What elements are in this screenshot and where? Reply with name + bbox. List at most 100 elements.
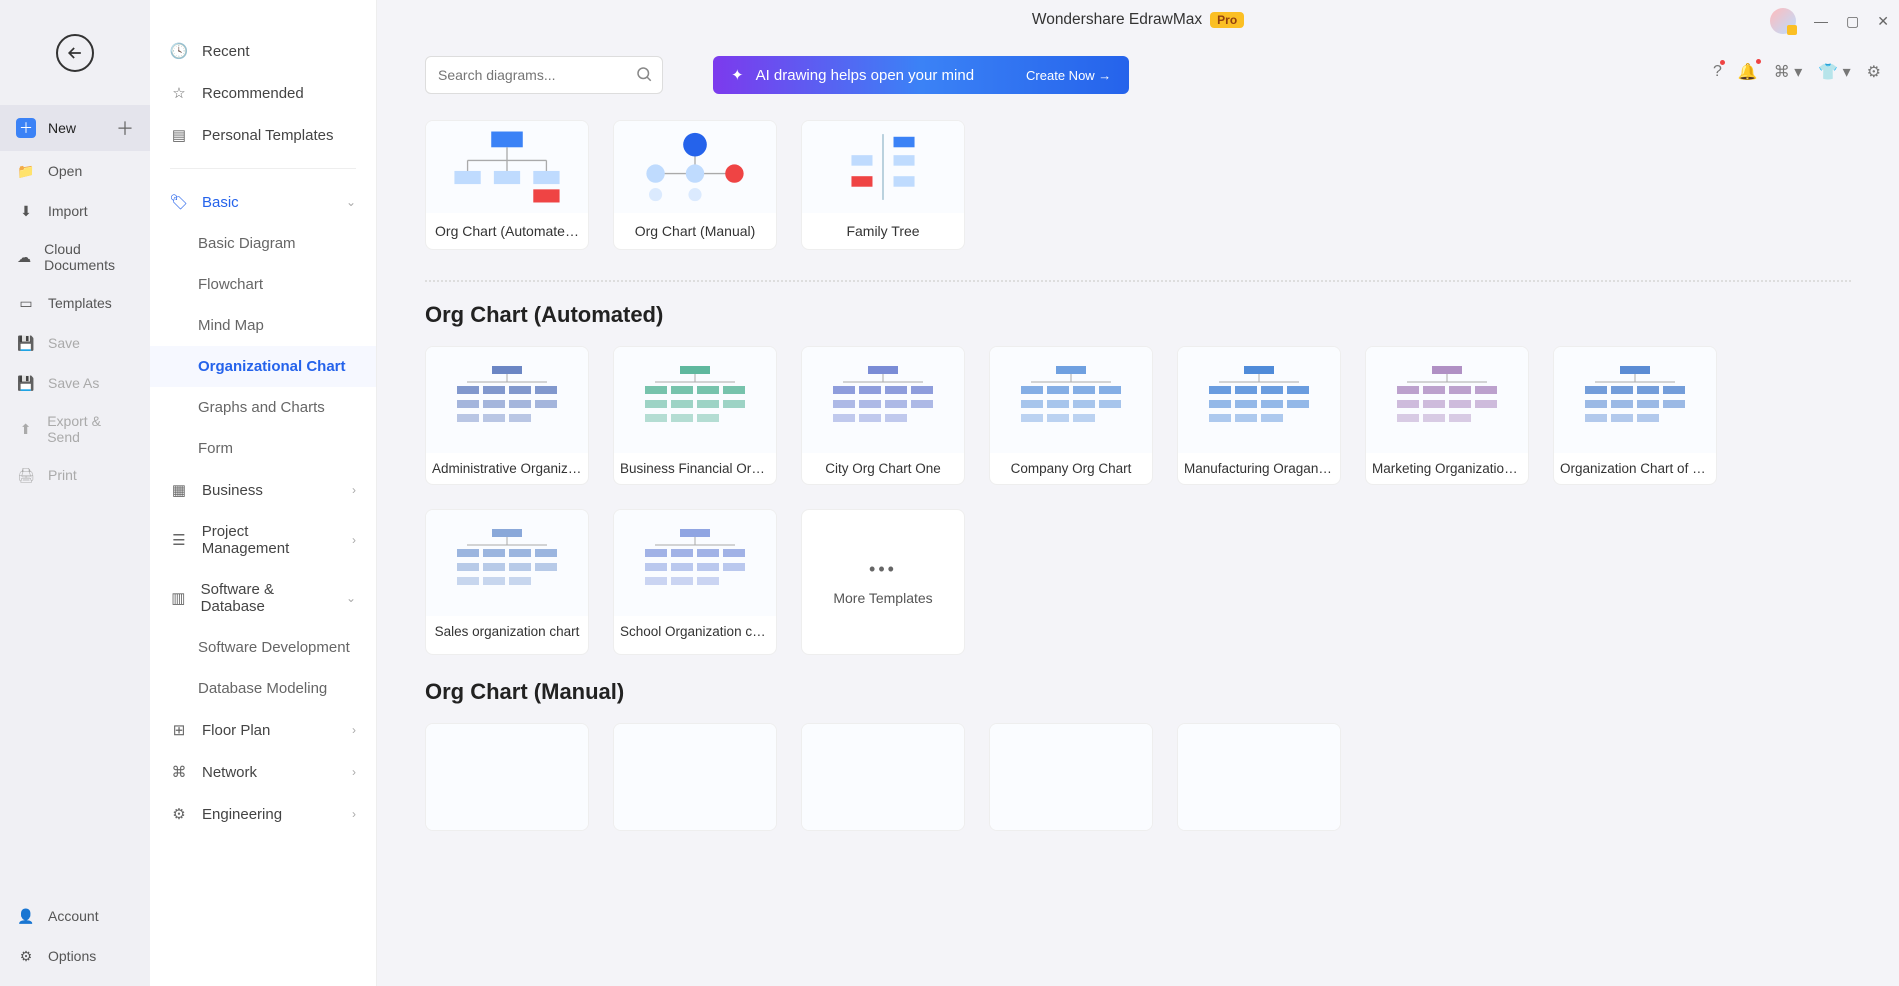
search-wrap: [425, 56, 663, 94]
template-label: Company Org Chart: [990, 453, 1152, 484]
clock-icon: 🕓: [170, 42, 188, 60]
cat-basic-diagram[interactable]: Basic Diagram: [150, 223, 376, 264]
cat-label: Recent: [202, 43, 250, 60]
add-icon[interactable]: ＋: [116, 115, 134, 141]
cat-label: Personal Templates: [202, 127, 333, 144]
template-thumb: [614, 510, 776, 616]
nav-account[interactable]: 👤 Account: [0, 896, 150, 936]
template-card[interactable]: City Org Chart One: [801, 346, 965, 485]
search-input[interactable]: [425, 56, 663, 94]
cat-personal[interactable]: ▤ Personal Templates: [150, 114, 376, 156]
cat-pm[interactable]: ☰ Project Management ›: [150, 511, 376, 569]
template-card[interactable]: Manufacturing Oraganizati…: [1177, 346, 1341, 485]
shirt-icon[interactable]: 👕 ▾: [1818, 62, 1850, 82]
back-button[interactable]: [56, 34, 94, 72]
ai-banner[interactable]: ✦ AI drawing helps open your mind Create…: [713, 56, 1129, 94]
nav-open[interactable]: 📁 Open: [0, 151, 150, 191]
cat-label: Recommended: [202, 85, 304, 102]
apps-icon[interactable]: ⌘ ▾: [1774, 62, 1802, 82]
template-card[interactable]: Business Financial Organiz…: [613, 346, 777, 485]
template-thumb: [802, 347, 964, 453]
cat-graphs[interactable]: Graphs and Charts: [150, 387, 376, 428]
cat-mindmap[interactable]: Mind Map: [150, 305, 376, 346]
database-icon: ▥: [170, 589, 187, 607]
template-thumb: [1178, 724, 1340, 830]
template-label: Manufacturing Oraganizati…: [1178, 453, 1340, 484]
cat-recent[interactable]: 🕓 Recent: [150, 30, 376, 72]
avatar[interactable]: [1770, 8, 1796, 34]
template-type-card[interactable]: Family Tree: [801, 120, 965, 250]
project-icon: ☰: [170, 531, 188, 549]
nav-export[interactable]: ⬆ Export & Send: [0, 403, 150, 455]
template-card[interactable]: [801, 723, 965, 831]
cat-orgchart[interactable]: Organizational Chart: [150, 346, 376, 387]
settings-icon[interactable]: ⚙: [1867, 62, 1881, 82]
template-thumb: [426, 510, 588, 616]
nav-bottom: 👤 Account ⚙ Options: [0, 896, 150, 986]
nav-templates[interactable]: ▭ Templates: [0, 283, 150, 323]
chevron-down-icon: ⌄: [346, 195, 356, 209]
cat-software[interactable]: ▥ Software & Database ⌄: [150, 569, 376, 627]
template-type-card[interactable]: Org Chart (Manual): [613, 120, 777, 250]
pro-badge: Pro: [1210, 12, 1244, 28]
more-label: More Templates: [833, 590, 932, 606]
help-icon[interactable]: ?: [1713, 63, 1722, 81]
template-type-card[interactable]: Org Chart (Automate…: [425, 120, 589, 250]
bell-icon[interactable]: 🔔: [1738, 62, 1758, 82]
nav-options[interactable]: ⚙ Options: [0, 936, 150, 976]
doc-icon: ▤: [170, 126, 188, 144]
briefcase-icon: ▦: [170, 481, 188, 499]
template-card[interactable]: Marketing Organization Ch…: [1365, 346, 1529, 485]
cat-software-dev[interactable]: Software Development: [150, 627, 376, 668]
folder-icon: 📁: [16, 161, 36, 181]
close-button[interactable]: ✕: [1877, 13, 1889, 30]
template-card[interactable]: School Organization chart: [613, 509, 777, 655]
templates-icon: ▭: [16, 293, 36, 313]
template-card[interactable]: Administrative Organizatio…: [425, 346, 589, 485]
nav-label: Templates: [48, 295, 112, 311]
thumb-family-tree: [802, 121, 964, 213]
cat-engineering[interactable]: ⚙ Engineering ›: [150, 793, 376, 835]
template-card[interactable]: Sales organization chart: [425, 509, 589, 655]
cat-recommended[interactable]: ☆ Recommended: [150, 72, 376, 114]
template-card[interactable]: Organization Chart of Sale…: [1553, 346, 1717, 485]
chevron-down-icon: ⌄: [346, 591, 356, 605]
thumb-orgchart-auto: [426, 121, 588, 213]
cat-network[interactable]: ⌘ Network ›: [150, 751, 376, 793]
template-card[interactable]: [989, 723, 1153, 831]
template-card[interactable]: [613, 723, 777, 831]
template-card[interactable]: Company Org Chart: [989, 346, 1153, 485]
search-icon[interactable]: [635, 65, 653, 88]
nav-print[interactable]: 🖨 Print: [0, 455, 150, 495]
cat-basic[interactable]: 🏷 Basic ⌄: [150, 181, 376, 223]
section-title: Org Chart (Automated): [425, 302, 1851, 328]
chevron-right-icon: ›: [352, 765, 356, 779]
cat-form[interactable]: Form: [150, 428, 376, 469]
template-label: Administrative Organizatio…: [426, 453, 588, 484]
template-card[interactable]: [1177, 723, 1341, 831]
cat-floorplan[interactable]: ⊞ Floor Plan ›: [150, 709, 376, 751]
nav-save[interactable]: 💾 Save: [0, 323, 150, 363]
nav-cloud[interactable]: ☁ Cloud Documents: [0, 231, 150, 283]
templates-row: [425, 723, 1851, 831]
sparkle-icon: ✦: [731, 66, 744, 84]
nav-label: Export & Send: [47, 413, 134, 445]
template-label: Organization Chart of Sale…: [1554, 453, 1716, 484]
nav-import[interactable]: ⬇ Import: [0, 191, 150, 231]
nav-saveas[interactable]: 💾 Save As: [0, 363, 150, 403]
nav-label: Save As: [48, 375, 99, 391]
template-card[interactable]: [425, 723, 589, 831]
category-sidebar: 🕓 Recent ☆ Recommended ▤ Personal Templa…: [150, 0, 377, 986]
maximize-button[interactable]: ▢: [1846, 13, 1859, 30]
more-templates-card[interactable]: •••More Templates: [801, 509, 965, 655]
primary-sidebar: ＋ New ＋ 📁 Open ⬇ Import ☁ Cloud Document…: [0, 0, 150, 986]
nav-label: Save: [48, 335, 80, 351]
template-thumb: [990, 724, 1152, 830]
template-thumb: [990, 347, 1152, 453]
nav-label: Print: [48, 467, 77, 483]
minimize-button[interactable]: —: [1814, 13, 1828, 29]
cat-flowchart[interactable]: Flowchart: [150, 264, 376, 305]
cat-business[interactable]: ▦ Business ›: [150, 469, 376, 511]
cat-database[interactable]: Database Modeling: [150, 668, 376, 709]
nav-new[interactable]: ＋ New ＋: [0, 105, 150, 151]
